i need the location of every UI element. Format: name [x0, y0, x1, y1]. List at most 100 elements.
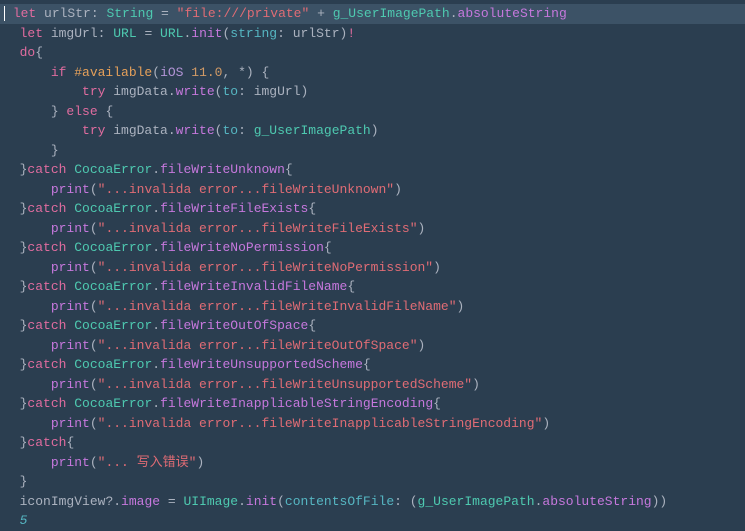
paren: ( [152, 65, 160, 80]
dot: . [450, 6, 458, 21]
comma: , *) { [222, 65, 269, 80]
identifier: g_UserImagePath [418, 494, 535, 509]
code-editor[interactable]: let urlStr: String = "file:///private" +… [0, 4, 745, 531]
type: URL [160, 26, 183, 41]
keyword-catch: catch [27, 318, 66, 333]
identifier: g_UserImagePath [254, 123, 371, 138]
error-type: CocoaError [74, 240, 152, 255]
paren: ) [371, 123, 379, 138]
code-line: print("...invalida error...fileWriteNoPe… [0, 258, 745, 278]
partial-token: 5 [20, 513, 28, 528]
property: absoluteString [542, 494, 651, 509]
code-line: }catch CocoaError.fileWriteOutOfSpace{ [0, 316, 745, 336]
dot: . [168, 84, 176, 99]
string-literal: "...invalida error...fileWriteNoPermissi… [98, 260, 433, 275]
error-type: CocoaError [74, 201, 152, 216]
code-line: 5 [0, 511, 745, 531]
string-literal: "file:///private" [177, 6, 310, 21]
string-literal: "...invalida error...fileWriteInapplicab… [98, 416, 543, 431]
equals: = [153, 6, 176, 21]
param-label: to [222, 123, 238, 138]
identifier: urlStr [36, 6, 91, 21]
keyword-do: do [20, 45, 36, 60]
code-line: print("...invalida error...fileWriteOutO… [0, 336, 745, 356]
type: URL [113, 26, 136, 41]
identifier: imgData [105, 84, 167, 99]
code-line: try imgData.write(to: imgUrl) [0, 82, 745, 102]
code-line: print("...invalida error...fileWriteInap… [0, 414, 745, 434]
method: write [176, 123, 215, 138]
error-case: fileWriteFileExists [160, 201, 308, 216]
code-line: }catch CocoaError.fileWriteInapplicableS… [0, 394, 745, 414]
identifier: imgUrl [43, 26, 98, 41]
keyword-catch: catch [27, 279, 66, 294]
keyword-catch: catch [27, 435, 66, 450]
colon: : [98, 26, 114, 41]
brace: } [20, 474, 28, 489]
code-line: }catch{ [0, 433, 745, 453]
string-literal: "...invalida error...fileWriteFileExists… [98, 221, 418, 236]
print-call: print [51, 299, 90, 314]
equals: = [160, 494, 183, 509]
error-case: fileWriteInapplicableStringEncoding [160, 396, 433, 411]
string-literal: "...invalida error...fileWriteUnknown" [98, 182, 394, 197]
keyword-catch: catch [27, 357, 66, 372]
keyword-if: if [51, 65, 67, 80]
type: String [106, 6, 153, 21]
brace: } [51, 104, 67, 119]
keyword-else: else [66, 104, 97, 119]
keyword-try: try [82, 123, 105, 138]
error-case: fileWriteUnknown [160, 162, 285, 177]
equals: = [137, 26, 160, 41]
keyword-let: let [13, 6, 36, 21]
hash-available: #available [66, 65, 152, 80]
param-label: string [230, 26, 277, 41]
code-line: }catch CocoaError.fileWriteNoPermission{ [0, 238, 745, 258]
string-literal: "... 写入错误" [98, 455, 197, 470]
paren: ( [90, 455, 98, 470]
code-line: } else { [0, 102, 745, 122]
code-line: print("...invalida error...fileWriteUnkn… [0, 180, 745, 200]
string-literal: "...invalida error...fileWriteOutOfSpace… [98, 338, 418, 353]
brace: { [66, 435, 74, 450]
code-line: let imgUrl: URL = URL.init(string: urlSt… [0, 24, 745, 44]
punct: : [238, 123, 254, 138]
method: init [191, 26, 222, 41]
brace: { [98, 104, 114, 119]
paren: ) [196, 455, 204, 470]
method: write [176, 84, 215, 99]
property: absoluteString [458, 6, 567, 21]
code-line: print("...invalida error...fileWriteInva… [0, 297, 745, 317]
colon: : [91, 6, 107, 21]
identifier: imgData [105, 123, 167, 138]
code-line: }catch CocoaError.fileWriteFileExists{ [0, 199, 745, 219]
error-type: CocoaError [74, 396, 152, 411]
error-type: CocoaError [74, 162, 152, 177]
version: 11.0 [183, 65, 222, 80]
print-call: print [51, 260, 90, 275]
code-line: } [0, 472, 745, 492]
identifier: iconImgView [20, 494, 106, 509]
error-type: CocoaError [74, 357, 152, 372]
param-label: to [222, 84, 238, 99]
plus: + [309, 6, 332, 21]
print-call: print [51, 182, 90, 197]
keyword-let: let [20, 26, 43, 41]
keyword-catch: catch [27, 240, 66, 255]
code-line: if #available(iOS 11.0, *) { [0, 63, 745, 83]
ios: iOS [160, 65, 183, 80]
code-line: let urlStr: String = "file:///private" +… [0, 4, 745, 24]
error-case: fileWriteOutOfSpace [160, 318, 308, 333]
print-call: print [51, 221, 90, 236]
code-line: }catch CocoaError.fileWriteUnknown{ [0, 160, 745, 180]
code-line: do{ [0, 43, 745, 63]
code-line: }catch CocoaError.fileWriteInvalidFileNa… [0, 277, 745, 297]
bang: ! [347, 26, 355, 41]
method: init [246, 494, 277, 509]
dot: . [238, 494, 246, 509]
code-line: print("... 写入错误") [0, 453, 745, 473]
property: image [121, 494, 160, 509]
code-line: }catch CocoaError.fileWriteUnsupportedSc… [0, 355, 745, 375]
error-case: fileWriteInvalidFileName [160, 279, 347, 294]
keyword-catch: catch [27, 162, 66, 177]
